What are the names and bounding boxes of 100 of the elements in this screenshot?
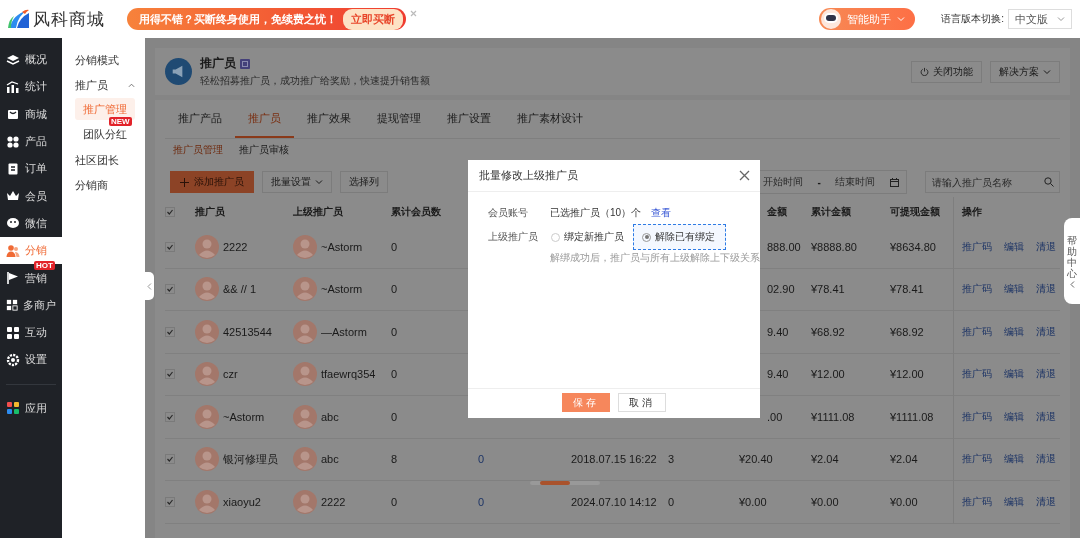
tab[interactable]: 推广效果 [294,100,364,138]
new-badge: NEW [109,117,132,126]
tab[interactable]: 推广员 [235,100,294,138]
sidebar-item[interactable]: 多商户 [0,291,62,319]
table-cell: xiaoyu2 [223,495,261,508]
close-icon[interactable] [739,170,750,181]
sidebar-item[interactable]: 产品 [0,127,62,156]
search-icon[interactable] [1044,177,1054,187]
buy-button[interactable]: 立即买断 [343,8,403,30]
settings-icon [6,352,20,367]
sidebar-item[interactable]: 互动 [0,318,62,347]
promo-text: 用得不错？买断终身使用，免续费之忧！ [139,11,337,27]
language-label: 语言版本切换: [941,12,1004,26]
subnav-item[interactable]: 分销模式 [62,48,145,73]
table-cell: 8 [391,453,398,466]
checkbox[interactable] [165,411,175,422]
scrollbar[interactable] [530,481,600,485]
checkbox[interactable] [165,326,175,337]
sidebar-item[interactable]: 设置 [0,346,62,374]
action-link[interactable]: 清退 [1036,282,1056,297]
action-link[interactable]: 推广码 [962,282,992,297]
action-link[interactable]: 编辑 [1004,324,1024,339]
subnav-item[interactable]: 团队分红 [75,123,135,145]
table-cell: 9.40 [767,368,789,381]
view-link[interactable]: 查看 [651,206,672,220]
action-link[interactable]: 推广码 [962,367,992,382]
order-icon [6,161,20,176]
avatar-icon [293,319,317,344]
action-link[interactable]: 编辑 [1004,367,1024,382]
action-link[interactable]: 清退 [1036,452,1056,467]
sidebar-item[interactable]: 商城 [0,100,62,128]
sidebar-item[interactable]: 应用 [0,394,62,422]
sidebar-item[interactable]: 统计 [0,73,62,101]
table-cell: ¥2.04 [811,453,839,466]
action-link[interactable]: 编辑 [1004,494,1024,509]
caret-icon [315,178,323,186]
collapse-tab[interactable] [145,272,154,300]
checkbox[interactable] [165,241,175,252]
promo-banner[interactable]: 用得不错？买断终身使用，免续费之忧！ 立即买断 [127,8,406,30]
table-cell: 银河修理员 [223,451,278,467]
calendar-icon [889,177,899,187]
language-select[interactable]: 中文版 [1008,9,1072,29]
avatar-icon [195,404,219,429]
table-cell: ¥0.00 [739,495,767,508]
radio-option[interactable]: 解除已有绑定 [633,224,726,250]
sidebar-item[interactable]: 微信 [0,209,62,238]
action-link[interactable]: 编辑 [1004,239,1024,254]
action-link[interactable]: 编辑 [1004,409,1024,424]
checkbox[interactable] [165,206,175,217]
avatar-icon [293,234,317,259]
action-link[interactable]: 推广码 [962,324,992,339]
disable-button[interactable]: 关闭功能 [911,60,982,83]
batch-button[interactable]: 批量设置 [262,171,332,193]
column-header: 金额 [767,204,787,219]
checkbox[interactable] [165,369,175,380]
subtab[interactable]: 推广员管理 [165,143,231,157]
tab[interactable]: 提现管理 [364,100,434,138]
checkbox[interactable] [165,454,175,465]
logo-icon [8,9,30,29]
tab[interactable]: 推广素材设计 [504,100,596,138]
action-link[interactable]: 清退 [1036,367,1056,382]
avatar-icon [293,362,317,387]
page-title: 推广员 [200,55,236,72]
action-link[interactable]: 编辑 [1004,282,1024,297]
table-cell: && // 1 [223,283,257,296]
subnav-item[interactable]: 分销商 [62,173,145,198]
action-link[interactable]: 清退 [1036,239,1056,254]
checkbox[interactable] [165,284,175,295]
layers-icon [6,52,20,67]
subnav-item[interactable]: 推广员 [62,73,145,98]
table-cell: ¥1111.08 [890,410,934,423]
hot-badge: HOT [34,261,55,271]
solutions-button[interactable]: 解决方案 [990,60,1060,83]
cancel-button[interactable]: 取消 [618,393,666,412]
assistant-button[interactable]: 智能助手 [819,8,916,30]
subtab[interactable]: 推广员审核 [231,143,297,157]
action-link[interactable]: 推广码 [962,494,992,509]
action-link[interactable]: 推广码 [962,239,992,254]
action-link[interactable]: 清退 [1036,409,1056,424]
badge-icon [240,58,250,69]
action-link[interactable]: 编辑 [1004,452,1024,467]
tab[interactable]: 推广产品 [165,100,235,138]
action-link[interactable]: 清退 [1036,494,1056,509]
sidebar-item[interactable]: 会员 [0,182,62,210]
table-cell: ¥78.41 [890,283,924,296]
sidebar-item[interactable]: 订单 [0,155,62,183]
radio-option[interactable]: 绑定新推广员 [550,224,629,250]
search-field[interactable]: 请输入推广员名称 [925,171,1060,193]
action-link[interactable]: 推广码 [962,452,992,467]
avatar-icon [195,489,219,514]
subnav-item[interactable]: 社区团长 [62,148,145,173]
checkbox[interactable] [165,496,175,507]
action-link[interactable]: 清退 [1036,324,1056,339]
columns-button[interactable]: 选择列 [340,171,388,193]
sidebar-item[interactable]: 概况 [0,46,62,74]
subnav-item[interactable]: 推广管理 [75,98,135,120]
action-link[interactable]: 推广码 [962,409,992,424]
help-tab[interactable]: 帮助中心 [1064,218,1080,304]
table-cell: 3 [668,453,675,466]
tab[interactable]: 推广设置 [434,100,504,138]
